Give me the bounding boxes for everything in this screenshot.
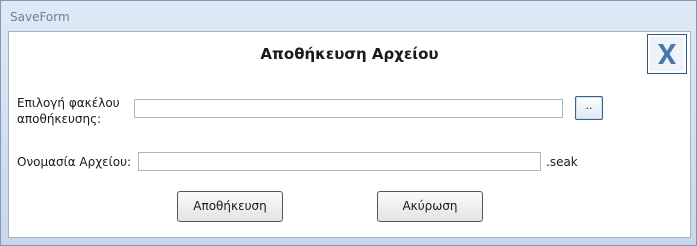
dialog-heading: Αποθήκευση Αρχείου [260, 45, 439, 63]
title-bar[interactable]: SaveForm [1, 1, 696, 29]
close-x-icon [658, 44, 676, 64]
cancel-button[interactable]: Ακύρωση [377, 191, 483, 222]
window-title: SaveForm [10, 10, 70, 24]
dialog-body: Αποθήκευση Αρχείου Επιλογή φακέλου αποθή… [8, 31, 691, 238]
folder-label-line1: Επιλογή φακέλου [17, 96, 120, 110]
folder-path-input[interactable] [134, 99, 563, 118]
browse-folder-button[interactable]: .. [575, 96, 603, 120]
file-extension-label: .seak [546, 155, 578, 169]
folder-label: Επιλογή φακέλου αποθήκευσης: [17, 95, 120, 127]
save-button[interactable]: Αποθήκευση [177, 191, 283, 222]
filename-input[interactable] [138, 152, 541, 171]
filename-label: Ονομασία Αρχείου: [17, 155, 132, 169]
saveform-window: SaveForm Αποθήκευση Αρχείου Επιλογή φακέ… [0, 0, 697, 246]
close-button[interactable] [647, 34, 687, 74]
folder-label-line2: αποθήκευσης: [17, 112, 102, 126]
